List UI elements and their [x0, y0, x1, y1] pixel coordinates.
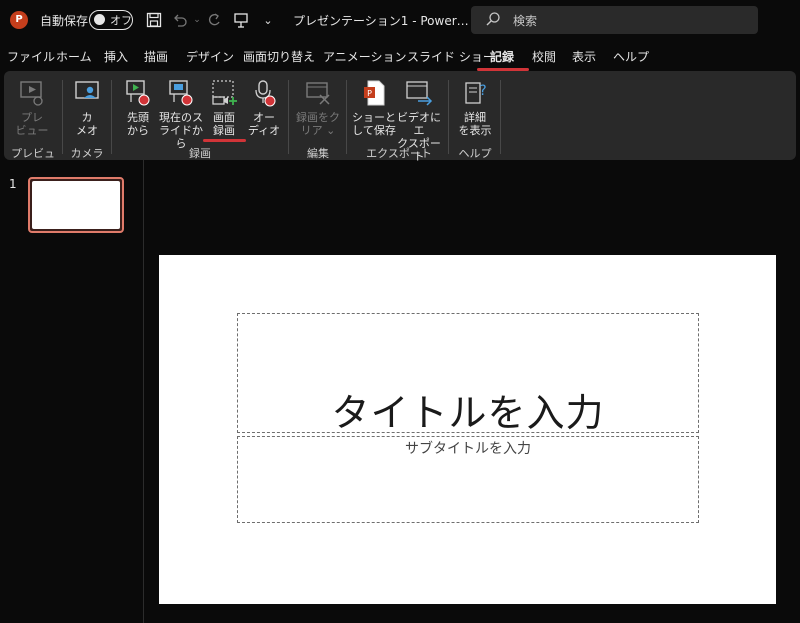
preview-icon: [20, 81, 43, 106]
group-separator: [500, 80, 501, 154]
tab-animations[interactable]: アニメーション: [323, 46, 407, 70]
details-label-2: を表示: [458, 124, 492, 137]
preview-label-2: ビュー: [15, 124, 49, 137]
screen-recording-highlight: [203, 139, 246, 142]
tab-review[interactable]: 校閲: [532, 46, 556, 70]
clear-recording-button[interactable]: 録画をク リア ⌄: [293, 78, 343, 137]
microphone-icon: [255, 80, 276, 107]
camera-icon: [75, 81, 99, 99]
search-box[interactable]: 検索: [471, 6, 758, 34]
slide-number: 1: [9, 177, 17, 191]
tab-transitions[interactable]: 画面切り替え: [243, 46, 315, 70]
save-show-label-1: ショーと: [352, 111, 396, 124]
clear-label-2: リア ⌄: [300, 124, 336, 137]
group-separator: [288, 80, 289, 154]
search-placeholder: 検索: [513, 14, 538, 28]
subtitle-placeholder-text: サブタイトルを入力: [405, 441, 531, 457]
record-from-start-button[interactable]: 先頭 から: [118, 78, 158, 137]
tab-view[interactable]: 表示: [572, 46, 596, 70]
autosave-state: オフ: [110, 14, 132, 27]
tab-insert[interactable]: 挿入: [104, 46, 128, 70]
autosave-label: 自動保存: [40, 14, 89, 28]
group-separator: [346, 80, 347, 154]
group-label-export: エクスポート: [366, 147, 432, 160]
camera-label-2: メオ: [76, 124, 98, 137]
tab-file[interactable]: ファイル: [7, 46, 55, 70]
screen-rec-label-2: 録画: [213, 124, 235, 137]
group-separator: [448, 80, 449, 154]
save-icon[interactable]: [144, 10, 164, 30]
from-start-label-2: から: [127, 124, 149, 137]
from-start-label-1: 先頭: [127, 111, 149, 124]
title-placeholder[interactable]: タイトルを入力: [237, 313, 699, 435]
slide-thumbnail-preview: [32, 181, 120, 229]
pane-divider[interactable]: [143, 160, 144, 623]
help-details-icon: ?: [465, 82, 487, 104]
customize-qat-icon[interactable]: ⌄: [258, 10, 278, 30]
audio-label-1: オー: [253, 111, 275, 124]
record-from-start-icon: [126, 80, 150, 106]
audio-label-2: ディオ: [247, 124, 281, 137]
export-video-label-1: ビデオにエ: [397, 111, 441, 137]
title-bar: P 自動保存 オフ ⌄ ⌄ プレゼンテーション1 - Power… 検索: [0, 0, 800, 40]
powerpoint-icon: P: [10, 11, 28, 29]
details-label-1: 詳細: [464, 111, 486, 124]
subtitle-placeholder[interactable]: サブタイトルを入力: [237, 436, 699, 523]
tab-draw[interactable]: 描画: [144, 46, 168, 70]
title-placeholder-text: タイトルを入力: [331, 391, 605, 435]
tab-home[interactable]: ホーム: [56, 46, 92, 70]
slide-canvas[interactable]: タイトルを入力 サブタイトルを入力: [159, 255, 776, 604]
present-icon[interactable]: [231, 10, 251, 30]
svg-text:?: ?: [479, 83, 486, 99]
screen-recording-button[interactable]: 画面 録画: [204, 78, 244, 137]
camera-button[interactable]: カ メオ: [68, 78, 106, 137]
group-label-camera: カメラ: [70, 147, 104, 160]
tab-slideshow[interactable]: スライド ショー: [407, 46, 495, 70]
screen-rec-label-1: 画面: [213, 111, 235, 124]
group-separator: [111, 80, 112, 154]
from-current-label-1: 現在のス: [159, 111, 203, 124]
tab-help[interactable]: ヘルプ: [613, 46, 649, 70]
tab-record[interactable]: 記録: [490, 46, 514, 70]
document-title: プレゼンテーション1 - Power…: [293, 14, 469, 28]
clear-label-1: 録画をク: [296, 111, 340, 124]
toggle-knob: [94, 14, 105, 25]
save-as-show-button[interactable]: P ショーと して保存: [351, 78, 397, 137]
svg-text:P: P: [367, 89, 372, 98]
save-as-show-icon: P: [364, 80, 385, 106]
save-show-label-2: して保存: [352, 124, 396, 137]
screen-recording-icon: [212, 80, 237, 105]
view-details-button[interactable]: ? 詳細 を表示: [454, 78, 496, 137]
audio-recording-button[interactable]: オー ディオ: [246, 78, 282, 137]
preview-label-1: プレ: [21, 111, 43, 124]
record-from-current-icon: [169, 80, 193, 106]
tab-design[interactable]: デザイン: [186, 46, 234, 70]
group-label-help: ヘルプ: [458, 147, 492, 160]
ribbon-tabs: ファイル ホーム 挿入 描画 デザイン 画面切り替え アニメーション スライド …: [0, 46, 800, 70]
record-from-current-button[interactable]: 現在のス ライドから: [158, 78, 204, 150]
preview-button[interactable]: プレ ビュー: [12, 78, 52, 137]
group-label-record: 録画: [189, 147, 211, 160]
group-label-edit: 編集: [307, 147, 329, 160]
clear-recording-icon: [306, 82, 330, 105]
autosave-toggle[interactable]: オフ: [89, 10, 133, 30]
search-icon: [486, 12, 500, 26]
export-video-icon: [406, 81, 433, 106]
camera-label-1: カ: [81, 111, 93, 124]
slide-thumbnail[interactable]: [28, 177, 124, 233]
redo-icon[interactable]: [204, 10, 224, 30]
group-separator: [62, 80, 63, 154]
